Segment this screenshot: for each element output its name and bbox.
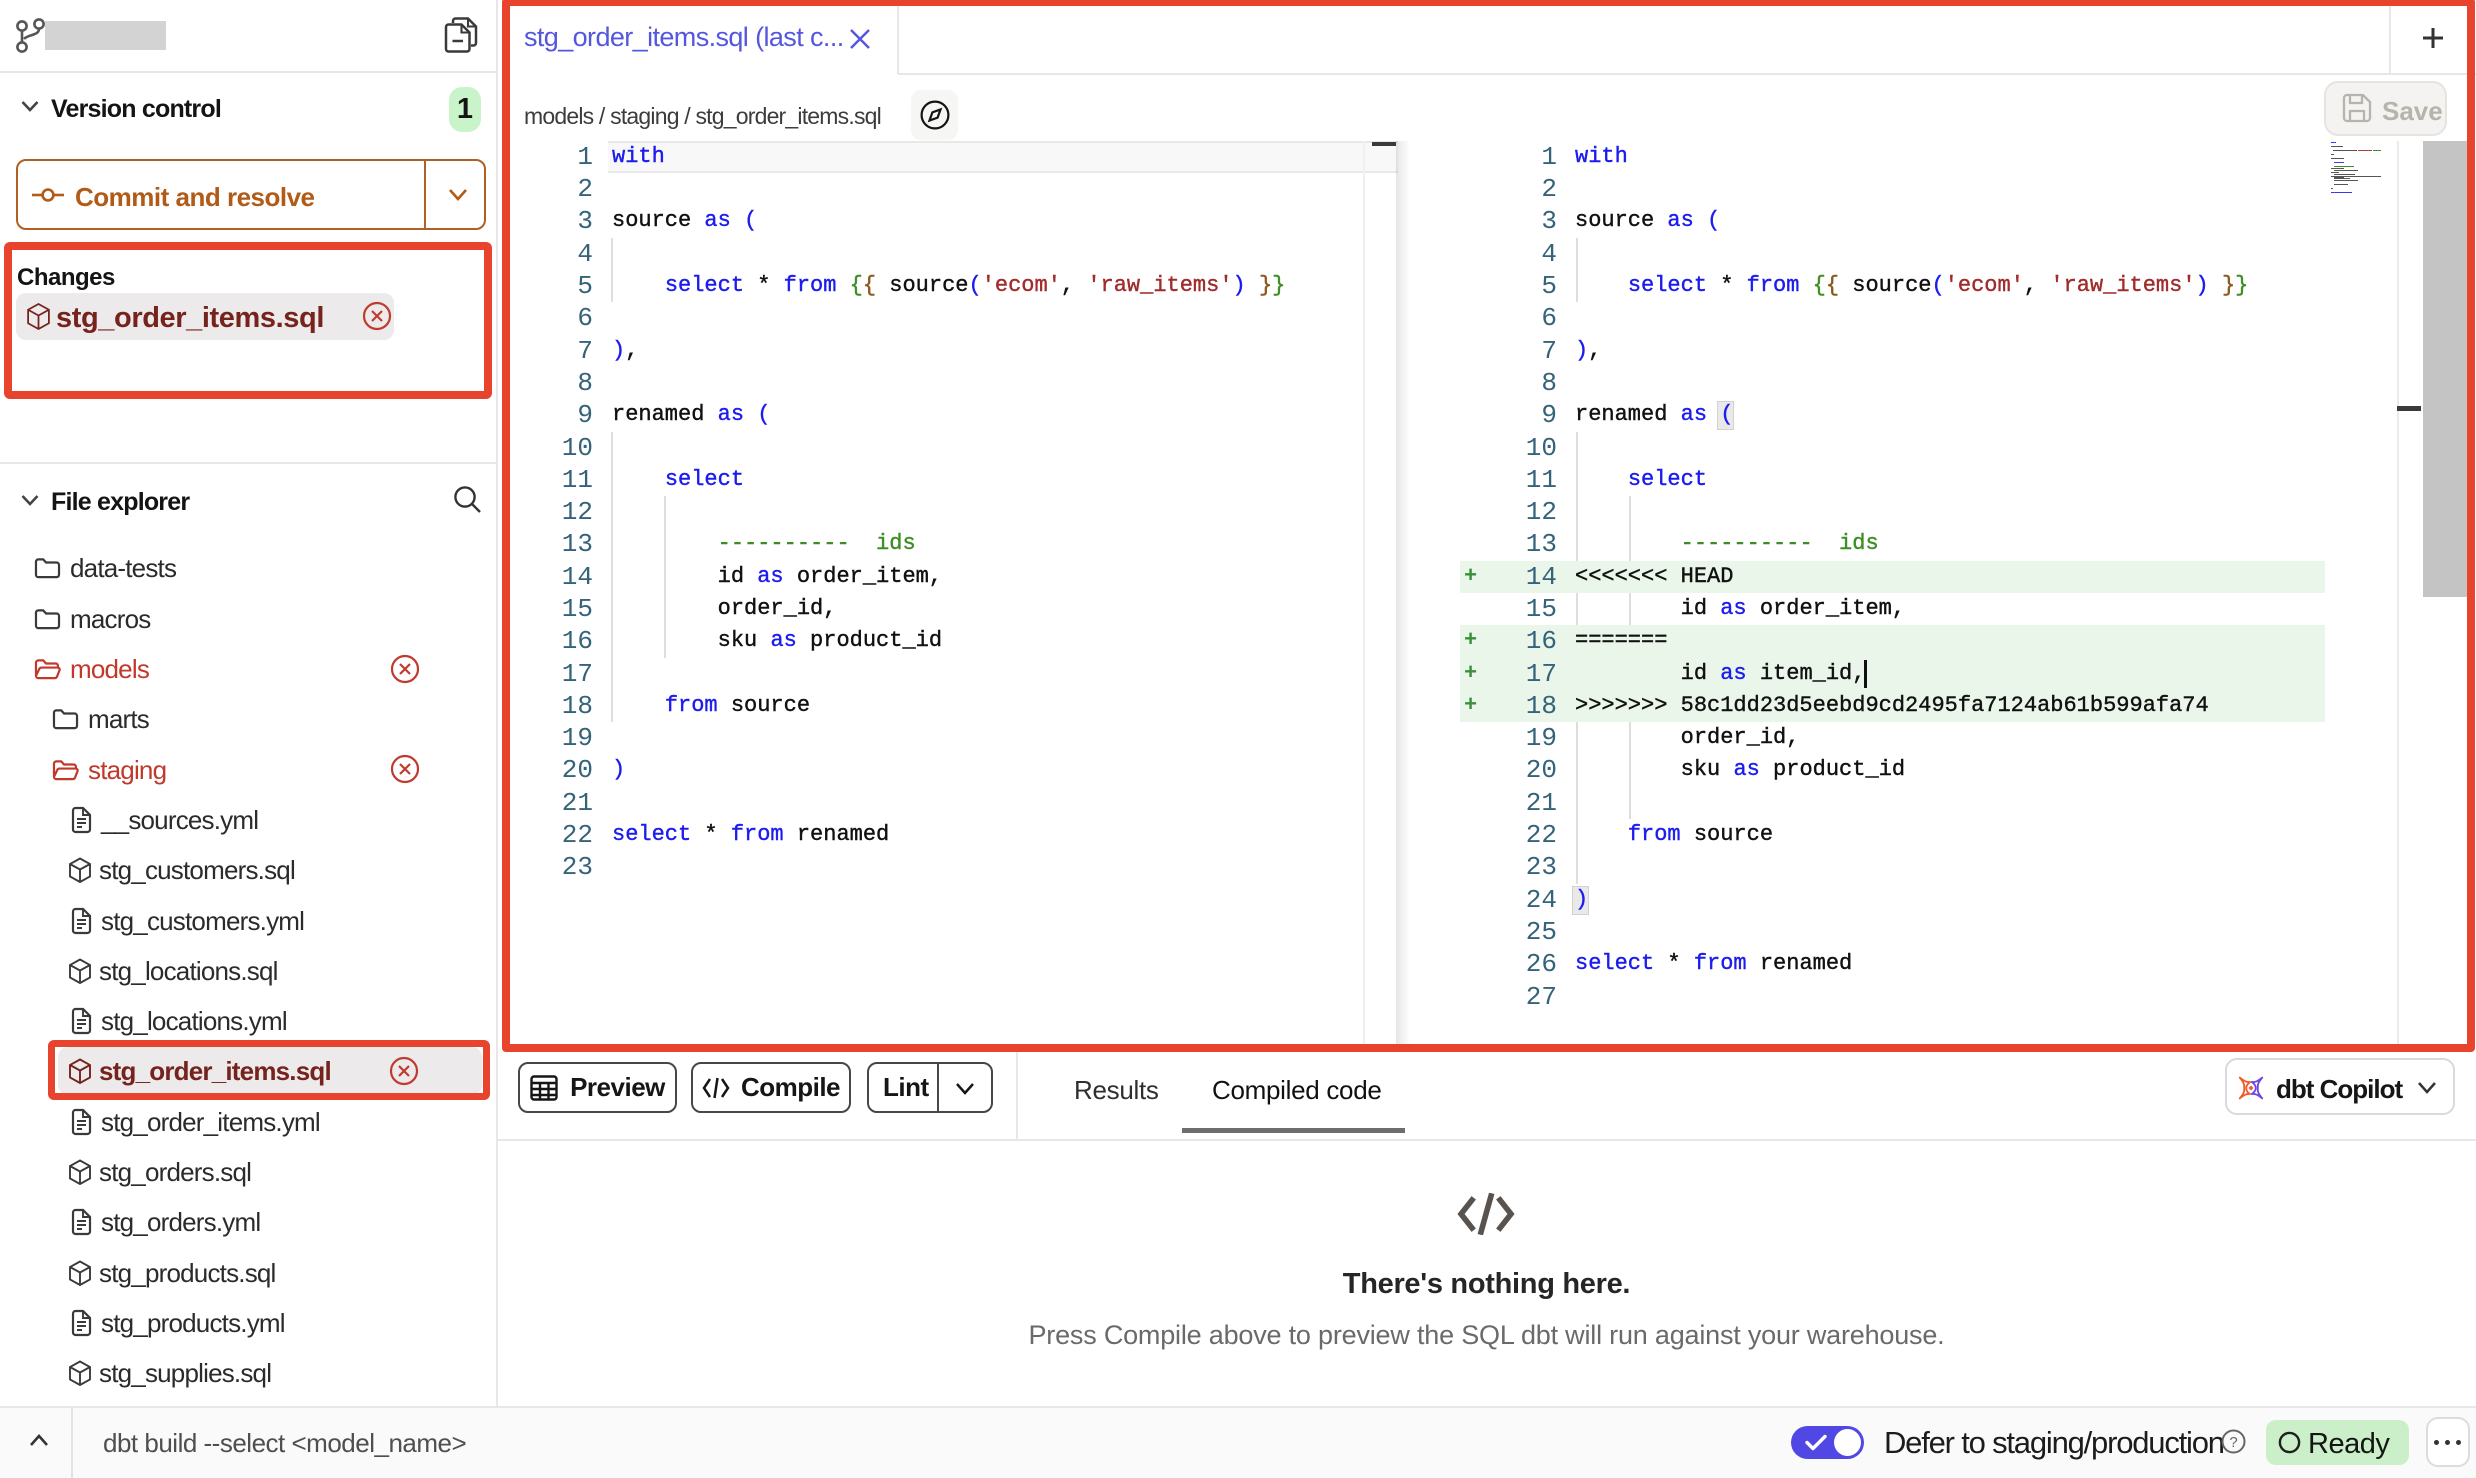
svg-text:?: ? [2229, 1434, 2237, 1451]
